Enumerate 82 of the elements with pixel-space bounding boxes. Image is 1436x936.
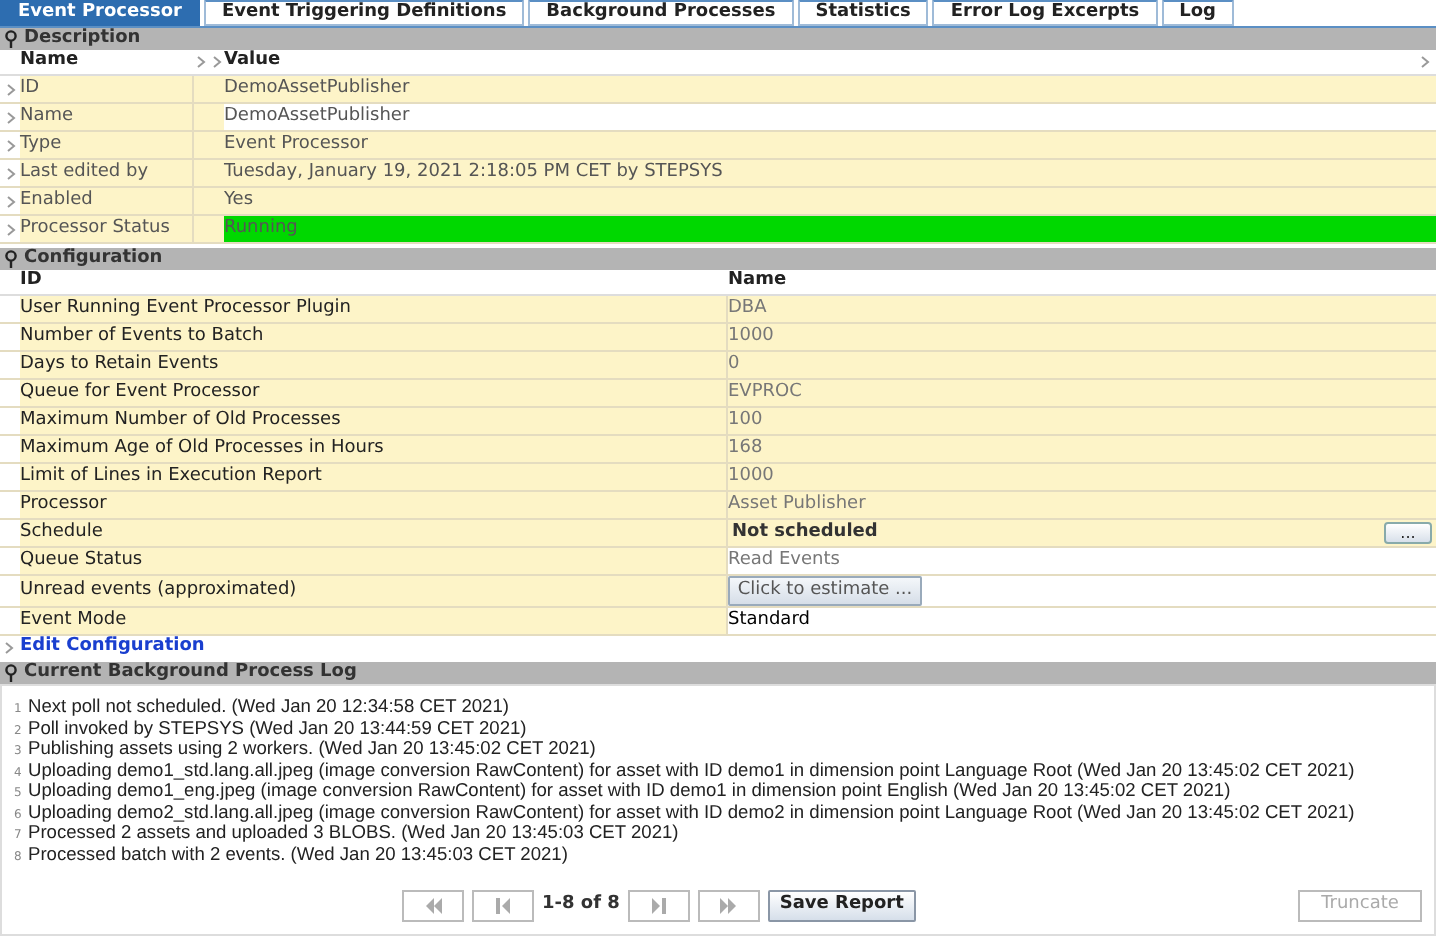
- chevron-icon[interactable]: [5, 83, 15, 95]
- table-cell: Limit of Lines in Execution Report: [20, 464, 728, 490]
- tab[interactable]: Event Processor: [0, 0, 200, 26]
- log-line: Uploading demo2_std.lang.all.jpeg (image conversion RawContent) for asset with ID demo2 in dimension point Language Root (Wed Jan 20 13:45:02 CET 2021): [28, 800, 1355, 824]
- page-indicator: 1-8 of 8: [542, 892, 620, 919]
- chevron-icon[interactable]: [5, 223, 15, 235]
- section-title: Description: [24, 30, 141, 48]
- table-cell: Days to Retain Events: [20, 352, 728, 378]
- table-cell: Processor: [20, 492, 728, 518]
- table-cell: [194, 160, 224, 186]
- column-header[interactable]: Name: [20, 48, 194, 76]
- table-cell: 168: [728, 436, 1436, 462]
- table-cell: DBA: [728, 296, 1436, 322]
- table-cell: Maximum Number of Old Processes: [20, 408, 728, 434]
- table-cell: Queue Status: [20, 548, 728, 574]
- first-page-button[interactable]: [402, 890, 464, 922]
- table-cell: 1000: [728, 464, 1436, 490]
- table-cell: Type: [20, 132, 194, 158]
- section-header[interactable]: Description: [0, 28, 1436, 50]
- section-title: Current Background Process Log: [24, 664, 357, 682]
- table-cell: Tuesday, January 19, 2021 2:18:05 PM CET by STEPSYS: [224, 160, 1436, 186]
- pin-icon: [4, 664, 18, 682]
- table-cell: Running: [224, 216, 1436, 242]
- table-cell: DemoAssetPublisher: [224, 76, 1436, 102]
- edit-configuration-link[interactable]: Edit Configuration: [20, 634, 205, 662]
- table-cell: [194, 188, 224, 214]
- tab[interactable]: Error Log Excerpts: [932, 0, 1158, 26]
- tab[interactable]: Event Triggering Definitions: [203, 0, 525, 26]
- table-cell: Maximum Age of Old Processes in Hours: [20, 436, 728, 462]
- table-cell: [194, 104, 224, 130]
- chevron-icon[interactable]: [4, 642, 14, 654]
- table-cell: Name: [20, 104, 194, 130]
- log-line: Uploading demo1_std.lang.all.jpeg (image conversion RawContent) for asset with ID demo1 in dimension point Language Root (Wed Jan 20 13:45:02 CET 2021): [28, 758, 1355, 782]
- table-cell: Processor Status: [20, 216, 194, 242]
- table-cell: EVPROC: [728, 380, 1436, 406]
- browse-button[interactable]: ...: [1384, 522, 1432, 544]
- column-header[interactable]: ID: [0, 268, 728, 296]
- section-header[interactable]: Current Background Process Log: [0, 662, 1436, 684]
- column-header[interactable]: Value: [224, 48, 1420, 76]
- table-cell: Event Processor: [224, 132, 1436, 158]
- last-page-button[interactable]: [697, 890, 760, 922]
- table-cell: Number of Events to Batch: [20, 324, 728, 350]
- log-line: Poll invoked by STEPSYS (Wed Jan 20 13:44:59 CET 2021): [28, 716, 527, 740]
- section-header[interactable]: Configuration: [0, 248, 1436, 270]
- table-cell: [194, 216, 224, 242]
- table-cell: 100: [728, 408, 1436, 434]
- table-cell: Yes: [224, 188, 1436, 214]
- chevron-icon[interactable]: [5, 111, 15, 123]
- table-cell: Schedule: [20, 520, 728, 546]
- log-line: Publishing assets using 2 workers. (Wed Jan 20 13:45:02 CET 2021): [28, 738, 596, 762]
- table-cell: [194, 132, 224, 158]
- chevron-icon[interactable]: [5, 167, 15, 179]
- table-cell: User Running Event Processor Plugin: [20, 296, 728, 322]
- tab[interactable]: Log: [1161, 0, 1234, 26]
- log-line: Next poll not scheduled. (Wed Jan 20 12:34:58 CET 2021): [28, 694, 509, 720]
- column-header[interactable]: Name: [728, 268, 1436, 296]
- tab[interactable]: Statistics: [797, 0, 929, 26]
- estimate-button[interactable]: Click to estimate ...: [728, 576, 922, 606]
- tab[interactable]: Background Processes: [528, 0, 794, 26]
- table-cell: 1000: [728, 324, 1436, 350]
- chevron-icon[interactable]: [5, 195, 15, 207]
- table-cell: Enabled: [20, 188, 194, 214]
- chevron-icon[interactable]: [1420, 56, 1430, 68]
- schedule-value: Not scheduled: [730, 519, 878, 546]
- table-cell: [194, 76, 224, 102]
- table-cell: Unread events (approximated): [20, 576, 728, 606]
- log-line: Processed 2 assets and uploaded 3 BLOBS. (Wed Jan 20 13:45:03 CET 2021): [28, 822, 679, 846]
- table-cell: Asset Publisher: [728, 492, 1436, 518]
- table-cell: Event Mode: [20, 608, 728, 634]
- previous-page-button[interactable]: [472, 890, 534, 922]
- next-page-button[interactable]: [627, 890, 690, 922]
- section-title: Configuration: [24, 250, 163, 268]
- pin-icon: [4, 250, 18, 268]
- log-line: Processed batch with 2 events. (Wed Jan 20 13:45:03 CET 2021): [28, 842, 568, 868]
- table-cell: ID: [20, 76, 194, 102]
- chevron-icon[interactable]: [5, 139, 15, 151]
- pin-icon: [4, 30, 18, 48]
- table-cell: Last edited by: [20, 160, 194, 186]
- save-report-button[interactable]: Save Report: [767, 890, 916, 922]
- table-cell: 0: [728, 352, 1436, 378]
- table-cell: Queue for Event Processor: [20, 380, 728, 406]
- log-line: Uploading demo1_eng.jpeg (image conversion RawContent) for asset with ID demo1 in dimension point English (Wed Jan 20 13:45:02 CET 2021): [28, 780, 1231, 804]
